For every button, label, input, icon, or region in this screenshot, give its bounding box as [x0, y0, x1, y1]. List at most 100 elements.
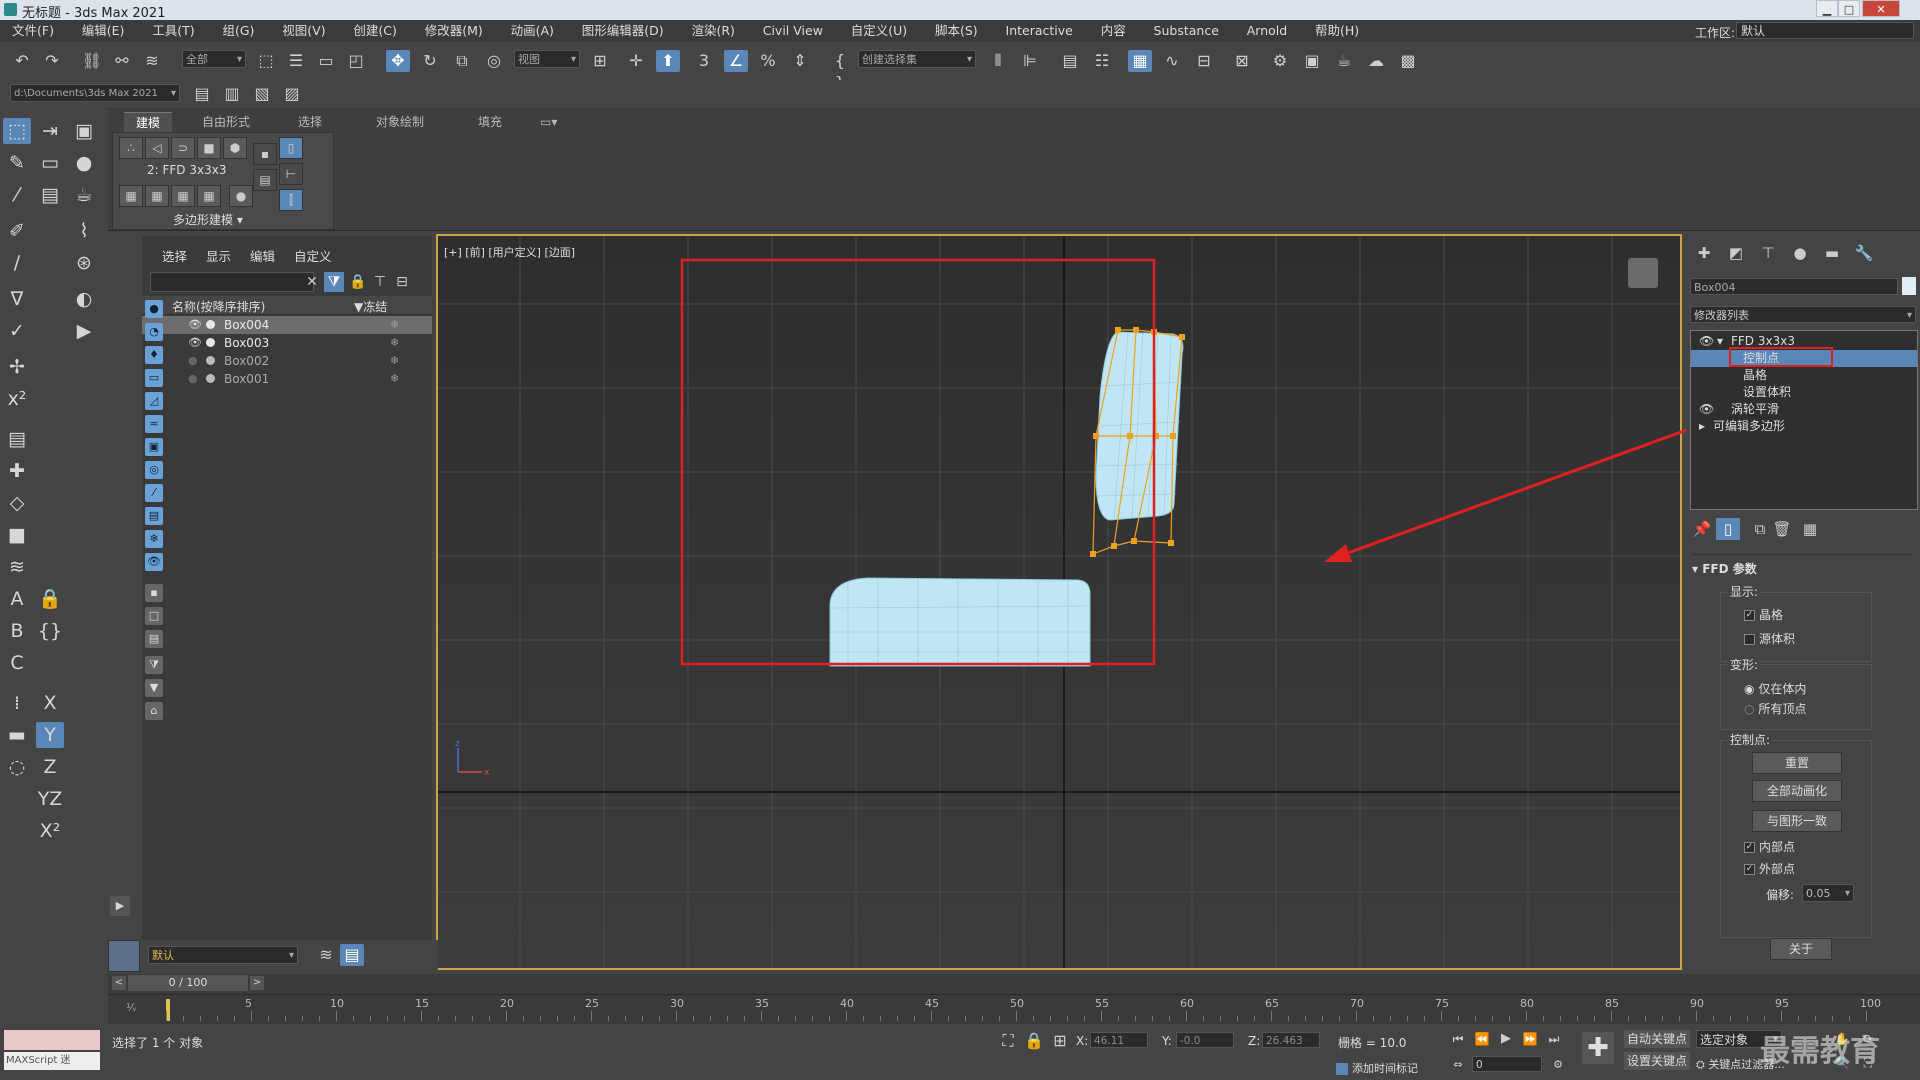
lasso-icon[interactable]: ✎	[3, 150, 31, 176]
cube-icon[interactable]: ■	[3, 522, 31, 548]
reset-button[interactable]: 重置	[1752, 752, 1842, 774]
clear-search-icon[interactable]: ✕	[302, 272, 322, 292]
display-containers-icon[interactable]: ▤	[145, 507, 163, 525]
display-frozen-icon[interactable]: ❄	[145, 530, 163, 548]
menu-arnold[interactable]: Arnold	[1235, 20, 1299, 42]
stack-turbosmooth[interactable]: 👁 涡轮平滑	[1691, 401, 1917, 418]
rollout-ffd-params[interactable]: ▾ FFD 参数	[1692, 560, 1757, 577]
radio-off-icon[interactable]: ○	[1744, 702, 1754, 716]
display-geometry-icon[interactable]: ●	[145, 300, 163, 318]
percent-snap-icon[interactable]: %	[756, 50, 780, 72]
named-selection-dropdown[interactable]: 创建选择集	[858, 50, 976, 69]
inside-points-checkbox[interactable]: ✓ 内部点	[1744, 838, 1795, 855]
viewport-label[interactable]: [+] [前] [用户定义] [边面]	[444, 244, 575, 260]
z-coord-field[interactable]: 26.463	[1262, 1032, 1320, 1048]
layer-view-icon[interactable]: ⊟	[392, 272, 412, 292]
select-tool-icon[interactable]: ⬚	[3, 118, 31, 144]
explorer-row[interactable]: ● Box002 ❄	[142, 352, 432, 370]
backrest-mesh[interactable]	[1095, 331, 1184, 521]
source-volume-checkbox[interactable]: 源体积	[1744, 630, 1795, 647]
col-frozen[interactable]: ▼冻结	[354, 298, 387, 315]
ref-coord-dropdown[interactable]: 视图	[514, 50, 580, 69]
link-icon[interactable]: ⛓	[80, 50, 104, 72]
vertex-mode-icon[interactable]: ∴	[119, 137, 143, 159]
display-hidden-icon[interactable]: 👁	[145, 553, 163, 571]
ribbon-tab-freeform[interactable]: 自由形式	[190, 112, 262, 132]
redo-icon[interactable]: ↷	[40, 50, 64, 72]
folder-icon[interactable]: ▤	[36, 182, 64, 208]
hierarchy-icon[interactable]: ⊤	[370, 272, 390, 292]
unlink-icon[interactable]: ⚯	[110, 50, 134, 72]
explorer-row[interactable]: ● Box001 ❄	[142, 370, 432, 388]
prev-frame-icon[interactable]: <	[112, 976, 126, 990]
create-tab-icon[interactable]: ✚	[1692, 242, 1716, 264]
pin-stack-icon[interactable]: 📌	[1690, 518, 1714, 540]
display-cameras-icon[interactable]: ▭	[145, 369, 163, 387]
x-coord-field[interactable]: 46.11	[1090, 1032, 1148, 1048]
isolate-icon[interactable]: ⛶	[996, 1030, 1020, 1052]
render-cloud-icon[interactable]: ☁	[1364, 50, 1388, 72]
edge-mode-icon[interactable]: ◁	[145, 137, 169, 159]
absolute-mode-icon[interactable]: ⊞	[1048, 1030, 1072, 1052]
ribbon-options-icon[interactable]: ▭▾	[528, 112, 569, 132]
lock-explorer-icon[interactable]: 🔒	[348, 272, 368, 292]
project-path-dropdown[interactable]: d:\Documents\3ds Max 2021	[10, 84, 180, 103]
element-mode-icon[interactable]: ⬢	[223, 137, 247, 159]
col-name[interactable]: 名称(按降序排序)	[172, 298, 265, 315]
stack-editable-poly[interactable]: ▸ 可编辑多边形	[1691, 418, 1917, 435]
border-mode-icon[interactable]: ⊃	[171, 137, 195, 159]
explorer-tab-edit[interactable]: 编辑	[250, 246, 275, 265]
display-xrefs-icon[interactable]: ◎	[145, 461, 163, 479]
eye-closed-icon[interactable]: ●	[188, 352, 198, 370]
maxscript-listener[interactable]	[4, 1030, 100, 1050]
menu-group[interactable]: 组(G)	[210, 20, 266, 42]
timeline-track[interactable]: ⅟ᵥ 5 10 15 20 25 30 35 40 45 50 55 60 65 70 75 80 85 90 95…	[108, 994, 1920, 1025]
brush-icon[interactable]: ⁄	[3, 182, 31, 208]
explorer-row[interactable]: 👁 Box003 ❄	[142, 334, 432, 352]
render-frame-icon[interactable]: ▣	[1300, 50, 1324, 72]
layers-icon[interactable]: ▤	[3, 426, 31, 452]
mirror-icon[interactable]: ⫴	[986, 50, 1010, 72]
copy-icon[interactable]: ▦	[145, 185, 169, 207]
menu-create[interactable]: 创建(C)	[341, 20, 408, 42]
outside-points-checkbox[interactable]: ✓ 外部点	[1744, 860, 1795, 877]
select-manipulate-icon[interactable]: ✛	[624, 50, 648, 72]
offset-spinner[interactable]: 0.05	[1802, 884, 1854, 903]
ignore-backfacing-icon[interactable]: ●	[229, 185, 253, 207]
angle-snap-icon[interactable]: ∠	[724, 50, 748, 72]
curve-editor-icon[interactable]: ∿	[1160, 50, 1184, 72]
snap-3d-icon[interactable]: 3	[692, 50, 716, 72]
eye-closed-icon[interactable]: ●	[188, 370, 198, 388]
conform-to-shape-button[interactable]: 与图形一致	[1752, 810, 1842, 832]
pen-icon[interactable]: ✐	[3, 218, 31, 244]
set-key-big-icon[interactable]: ✚	[1582, 1032, 1614, 1064]
eye-icon[interactable]: 👁	[1699, 401, 1714, 418]
render-icon[interactable]: ☕	[1332, 50, 1356, 72]
filter-funnel2-icon[interactable]: ▼	[145, 679, 163, 697]
prev-key-icon[interactable]: ⏪	[1470, 1028, 1494, 1050]
scale-icon[interactable]: ⧉	[450, 50, 474, 72]
display-tab-icon[interactable]: ▬	[1820, 242, 1844, 264]
ribbon-tab-selection[interactable]: 选择	[286, 112, 334, 132]
set-key-button[interactable]: 设置关键点	[1624, 1052, 1690, 1070]
menu-graph-editors[interactable]: 图形编辑器(D)	[570, 20, 676, 42]
ribbon-toggle-icon[interactable]: ▦	[1128, 50, 1152, 72]
ribbon-tab-populate[interactable]: 填充	[466, 112, 514, 132]
display-all-icon[interactable]: ▪	[145, 584, 163, 602]
display-bones-icon[interactable]: ⁄	[145, 484, 163, 502]
display-groups-icon[interactable]: ▣	[145, 438, 163, 456]
rotate-icon[interactable]: ↻	[418, 50, 442, 72]
tag-icon[interactable]: ⌂	[145, 702, 163, 720]
menu-content[interactable]: 内容	[1089, 20, 1138, 42]
modify-tab-icon[interactable]: ◩	[1724, 242, 1748, 264]
eye-icon[interactable]: 👁	[188, 316, 202, 334]
axis-z-icon[interactable]: Z	[36, 754, 64, 780]
menu-animation[interactable]: 动画(A)	[499, 20, 566, 42]
selection-lock-icon[interactable]: 🔒	[1022, 1030, 1046, 1052]
menu-civil-view[interactable]: Civil View	[751, 20, 835, 42]
layer-swatch-icon[interactable]	[108, 940, 140, 972]
brace-icon[interactable]: {}	[36, 618, 64, 644]
paint-select-icon[interactable]: ▭	[36, 150, 64, 176]
display-helpers-icon[interactable]: ◿	[145, 392, 163, 410]
menu-modifiers[interactable]: 修改器(M)	[413, 20, 495, 42]
